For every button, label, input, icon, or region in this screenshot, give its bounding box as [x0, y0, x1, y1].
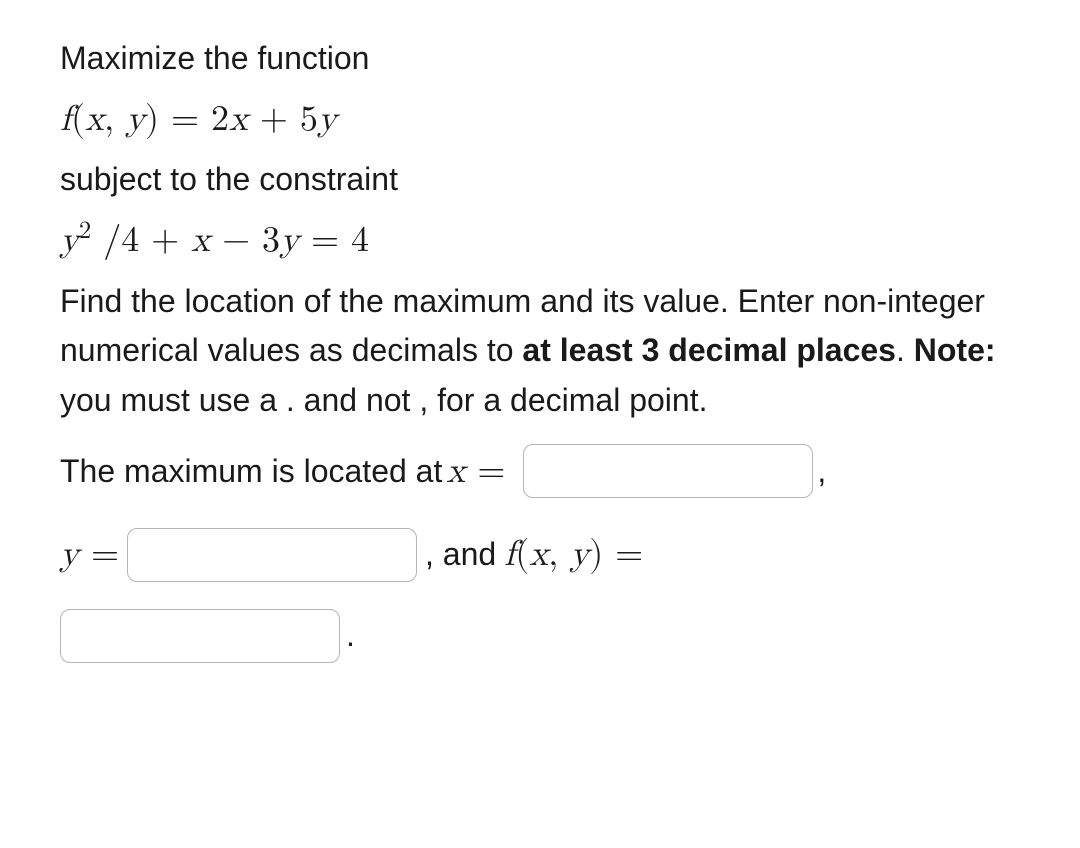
comma-after-x: ,	[817, 447, 826, 497]
subject-text: subject to the constraint	[60, 155, 1020, 205]
instructions-bold2: Note:	[914, 332, 996, 368]
answer-row-f: .	[60, 609, 1020, 663]
y-input[interactable]	[127, 528, 417, 582]
period-after-f: .	[346, 611, 355, 661]
instructions-bold1: at least 3 decimal places	[522, 332, 896, 368]
y-equals: y =	[60, 527, 119, 583]
instructions-part3: you must use a . and not , for a decimal…	[60, 382, 707, 418]
answer-row-x: The maximum is located at x = ,	[60, 444, 1020, 500]
prompt-x-text: The maximum is located at	[60, 447, 442, 497]
function-expression: f(x, y) = 2x + 5y	[60, 92, 1020, 148]
and-text: , and	[425, 530, 496, 580]
x-input[interactable]	[523, 444, 813, 498]
instructions-part2: .	[896, 332, 914, 368]
constraint-expression: y2 /4 + x − 3y = 4	[60, 213, 1020, 269]
instructions-text: Find the location of the maximum and its…	[60, 277, 1020, 426]
x-equals: x =	[446, 444, 505, 500]
intro-text: Maximize the function	[60, 34, 1020, 84]
answer-row-y: y = , and f(x, y) =	[60, 527, 1020, 583]
f-input[interactable]	[60, 609, 340, 663]
fxy-equals: f(x, y) =	[504, 527, 643, 583]
problem-container: Maximize the function f(x, y) = 2x + 5y …	[0, 0, 1080, 693]
